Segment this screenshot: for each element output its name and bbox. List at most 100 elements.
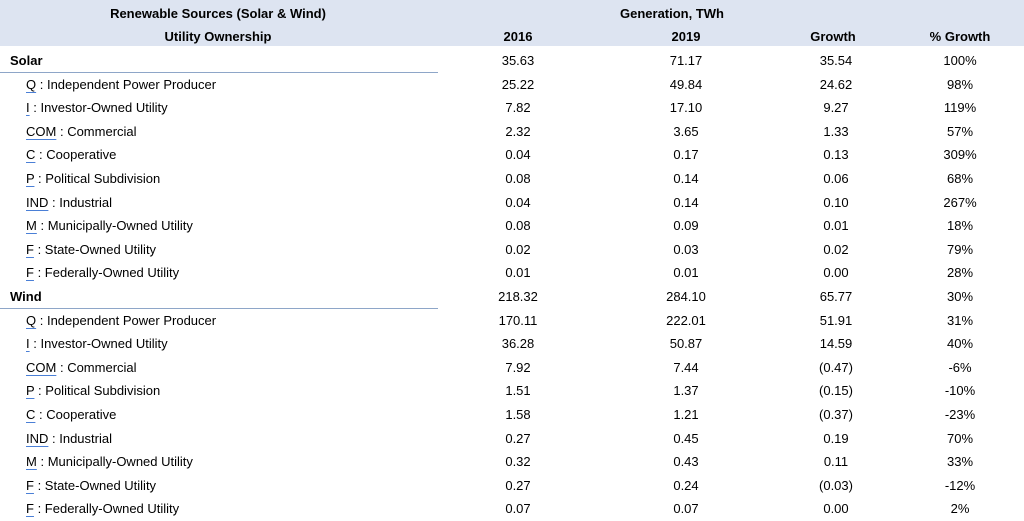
ownership-label: C : Cooperative xyxy=(26,143,116,167)
cell-2019: 0.45 xyxy=(673,430,699,446)
cell-2016: 35.63 xyxy=(501,53,535,68)
ownership-code: F xyxy=(26,241,34,257)
cell-growth: 14.59 xyxy=(819,336,853,352)
cell-2016: 1.51 xyxy=(505,383,531,399)
cell-2019: 0.17 xyxy=(673,147,699,163)
header-title-right: Generation, TWh xyxy=(620,6,724,22)
code-separator: : xyxy=(36,312,47,328)
header-subtitle-left: Utility Ownership xyxy=(164,29,272,44)
cell-pct-growth: 100% xyxy=(943,53,977,68)
cell-growth: 0.13 xyxy=(823,147,849,163)
table-row: IND : Industrial 0.27 0.45 0.19 70% xyxy=(0,427,1024,451)
code-separator: : xyxy=(29,100,41,116)
ownership-description: Federally-Owned Utility xyxy=(44,501,180,517)
cell-growth: 0.00 xyxy=(823,501,849,517)
code-separator: : xyxy=(33,501,45,517)
code-separator: : xyxy=(48,194,60,210)
table-row: M : Municipally-Owned Utility 0.08 0.09 0.0… xyxy=(0,214,1024,238)
cell-pct-growth: 119% xyxy=(943,100,977,116)
cell-growth: (0.47) xyxy=(819,359,853,375)
cell-pct-growth: 40% xyxy=(946,336,974,352)
ownership-description: Commercial xyxy=(67,123,137,139)
header-title-right-text: Generation, TWh xyxy=(620,6,724,21)
cell-2019: 50.87 xyxy=(669,336,703,352)
cell-2016: 36.28 xyxy=(501,336,535,352)
ownership-code: F xyxy=(26,501,34,517)
cell-2019: 0.14 xyxy=(673,170,699,186)
ownership-label: IND : Industrial xyxy=(26,191,112,215)
ownership-label: IND : Industrial xyxy=(26,427,112,451)
cell-pct-growth: 57% xyxy=(946,123,974,139)
table-row: COM : Commercial 2.32 3.65 1.33 57% xyxy=(0,120,1024,144)
cell-pct-growth: -23% xyxy=(944,406,976,422)
cell-2016: 0.27 xyxy=(505,430,531,446)
cell-pct-growth: 18% xyxy=(946,218,974,234)
table-row: I : Investor-Owned Utility 36.28 50.87 14.5… xyxy=(0,332,1024,356)
table-row: Q : Independent Power Producer 170.11 222.… xyxy=(0,309,1024,333)
cell-2019: 7.44 xyxy=(673,359,699,375)
table-group-row: Solar 35.63 71.17 35.54 100% xyxy=(0,49,1024,73)
ownership-code: COM xyxy=(26,123,57,139)
header-col-growth: Growth xyxy=(810,29,856,44)
cell-growth: 0.01 xyxy=(823,218,849,234)
ownership-code: F xyxy=(26,477,34,493)
ownership-label: C : Cooperative xyxy=(26,403,116,427)
table-row: COM : Commercial 7.92 7.44 (0.47) -6% xyxy=(0,356,1024,380)
table-row: F : State-Owned Utility 0.02 0.03 0.02 79% xyxy=(0,238,1024,262)
cell-growth: (0.15) xyxy=(819,383,853,399)
code-separator: : xyxy=(36,76,47,92)
cell-2016: 0.27 xyxy=(505,477,531,493)
cell-growth: 0.02 xyxy=(823,241,849,257)
cell-growth: 51.91 xyxy=(819,312,853,328)
code-separator: : xyxy=(56,123,68,139)
ownership-description: Investor-Owned Utility xyxy=(40,336,168,352)
header-col-2019: 2019 xyxy=(671,29,701,44)
ownership-label: M : Municipally-Owned Utility xyxy=(26,214,193,238)
ownership-label: P : Political Subdivision xyxy=(26,167,160,191)
table-row: C : Cooperative 1.58 1.21 (0.37) -23% xyxy=(0,403,1024,427)
code-separator: : xyxy=(56,359,68,375)
cell-2019: 3.65 xyxy=(673,123,699,139)
ownership-description: State-Owned Utility xyxy=(44,241,157,257)
ownership-code: Q xyxy=(26,312,37,328)
ownership-description: Political Subdivision xyxy=(45,170,161,186)
table-row: F : Federally-Owned Utility 0.01 0.01 0.00 2… xyxy=(0,261,1024,285)
cell-growth: 0.19 xyxy=(823,430,849,446)
cell-growth: 0.00 xyxy=(823,265,849,281)
cell-2019: 0.03 xyxy=(673,241,699,257)
cell-2016: 0.04 xyxy=(505,194,531,210)
ownership-label: COM : Commercial xyxy=(26,120,137,144)
code-separator: : xyxy=(36,218,48,234)
cell-pct-growth: -10% xyxy=(944,383,976,399)
ownership-label: I : Investor-Owned Utility xyxy=(26,332,168,356)
cell-2019: 17.10 xyxy=(669,100,703,116)
code-separator: : xyxy=(35,406,47,422)
cell-2016: 0.01 xyxy=(505,265,531,281)
cell-2016: 0.32 xyxy=(505,454,531,470)
code-separator: : xyxy=(34,383,46,399)
ownership-code: C xyxy=(26,147,36,163)
cell-2016: 170.11 xyxy=(498,312,538,328)
cell-pct-growth: 79% xyxy=(946,241,974,257)
cell-2016: 1.58 xyxy=(505,406,531,422)
cell-growth: 9.27 xyxy=(823,100,849,116)
ownership-label: M : Municipally-Owned Utility xyxy=(26,450,193,474)
ownership-description: Commercial xyxy=(67,359,137,375)
ownership-description: State-Owned Utility xyxy=(44,477,157,493)
ownership-code: IND xyxy=(26,430,49,446)
table-row: F : Federally-Owned Utility 0.07 0.07 0.00 2… xyxy=(0,497,1024,521)
table-row: M : Municipally-Owned Utility 0.32 0.43 0.1… xyxy=(0,450,1024,474)
ownership-label: F : State-Owned Utility xyxy=(26,238,156,262)
ownership-description: Municipally-Owned Utility xyxy=(47,454,193,470)
cell-pct-growth: 68% xyxy=(946,170,974,186)
cell-growth: 65.77 xyxy=(819,288,853,304)
cell-2016: 2.32 xyxy=(505,123,531,139)
cell-2019: 49.84 xyxy=(669,76,703,92)
cell-2019: 0.43 xyxy=(673,454,699,470)
cell-pct-growth: -12% xyxy=(944,477,976,493)
table-header: Renewable Sources (Solar & Wind) Generat… xyxy=(0,0,1024,46)
cell-pct-growth: 98% xyxy=(946,76,974,92)
ownership-label: F : Federally-Owned Utility xyxy=(26,497,179,521)
ownership-code: Q xyxy=(26,76,37,92)
cell-growth: 0.11 xyxy=(823,454,849,470)
